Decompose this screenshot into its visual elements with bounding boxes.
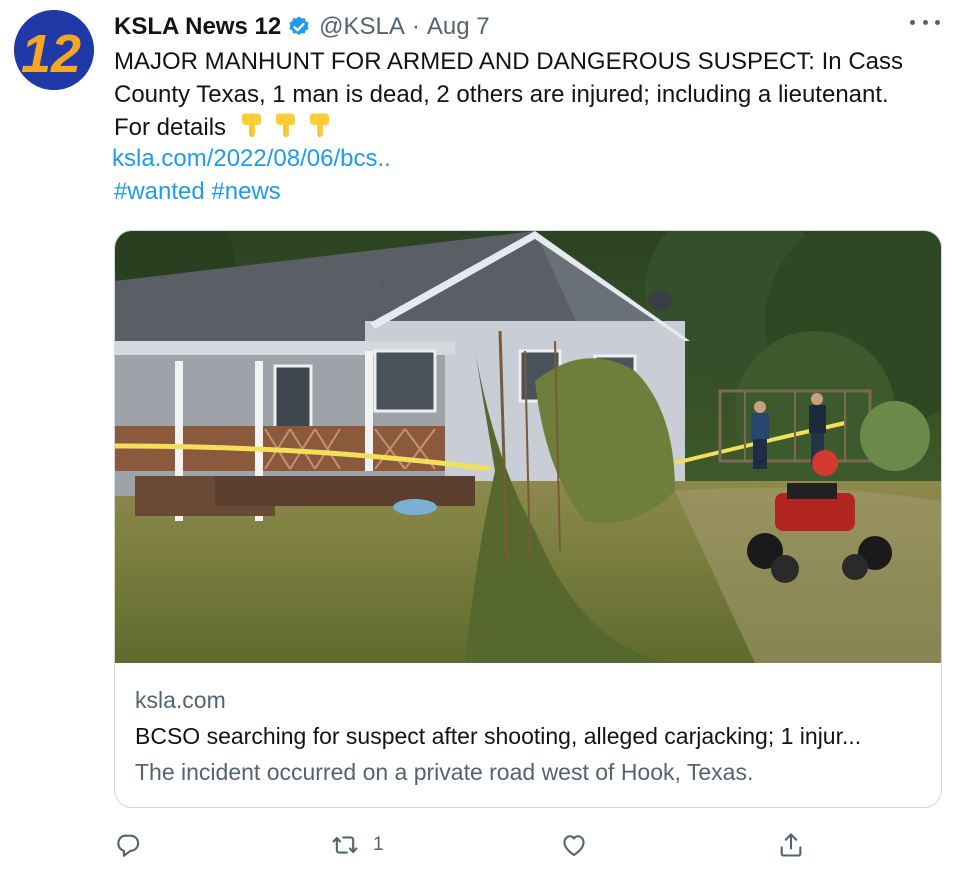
share-button[interactable] — [777, 828, 819, 862]
verified-badge-icon — [287, 15, 311, 39]
ksla-logo: 12 — [14, 10, 94, 90]
tweet-text: MAJOR MANHUNT FOR ARMED AND DANGEROUS SU… — [114, 45, 944, 144]
pointing-down-emoji-icon — [310, 113, 330, 138]
card-domain: ksla.com — [135, 687, 226, 713]
display-name[interactable]: KSLA News 12 — [114, 13, 281, 41]
tweet-actions: 1 — [114, 828, 814, 862]
tweet-link[interactable]: ksla.com/2022/08/06/bcs.. — [112, 145, 391, 173]
tweet-text-line-2: County Texas, 1 man is dead, 2 others ar… — [114, 81, 889, 108]
avatar[interactable]: 12 — [14, 10, 94, 90]
pointing-down-emoji-icon — [276, 113, 296, 138]
like-button[interactable] — [560, 828, 602, 862]
reply-button[interactable] — [114, 828, 156, 862]
card-image[interactable] — [115, 231, 941, 663]
separator-dot: · — [411, 13, 420, 40]
pointing-down-emoji-icon — [242, 113, 262, 138]
tweet-date[interactable]: Aug 7 — [427, 13, 490, 41]
tweet-text-line-3: For details — [114, 111, 944, 144]
hashtag-news[interactable]: #news — [211, 178, 280, 205]
retweet-icon — [332, 836, 358, 854]
avatar-text: 12 — [21, 24, 81, 84]
tweet-header: KSLA News 12 @KSLA · Aug 7 — [114, 10, 490, 44]
hashtag-wanted[interactable]: #wanted — [114, 178, 205, 205]
handle[interactable]: @KSLA — [319, 13, 405, 41]
tweet[interactable]: 12 KSLA News 12 @KSLA · Aug 7 MAJOR MANH… — [0, 0, 960, 874]
reply-icon — [117, 834, 140, 857]
share-icon — [780, 833, 802, 857]
retweet-button[interactable]: 1 — [331, 828, 384, 862]
retweet-count: 1 — [373, 834, 384, 855]
card-title: BCSO searching for suspect after shootin… — [135, 723, 862, 749]
link-preview-card[interactable]: ksla.com BCSO searching for suspect afte… — [114, 230, 942, 808]
crime-scene-photo — [115, 231, 941, 663]
more-icon[interactable] — [910, 12, 940, 32]
card-description: The incident occurred on a private road … — [135, 759, 754, 785]
like-icon — [563, 835, 585, 856]
hashtags: #wanted #news — [114, 178, 281, 206]
tweet-text-line-1: MAJOR MANHUNT FOR ARMED AND DANGEROUS SU… — [114, 48, 903, 75]
tweet-text-for-details: For details — [114, 114, 227, 141]
